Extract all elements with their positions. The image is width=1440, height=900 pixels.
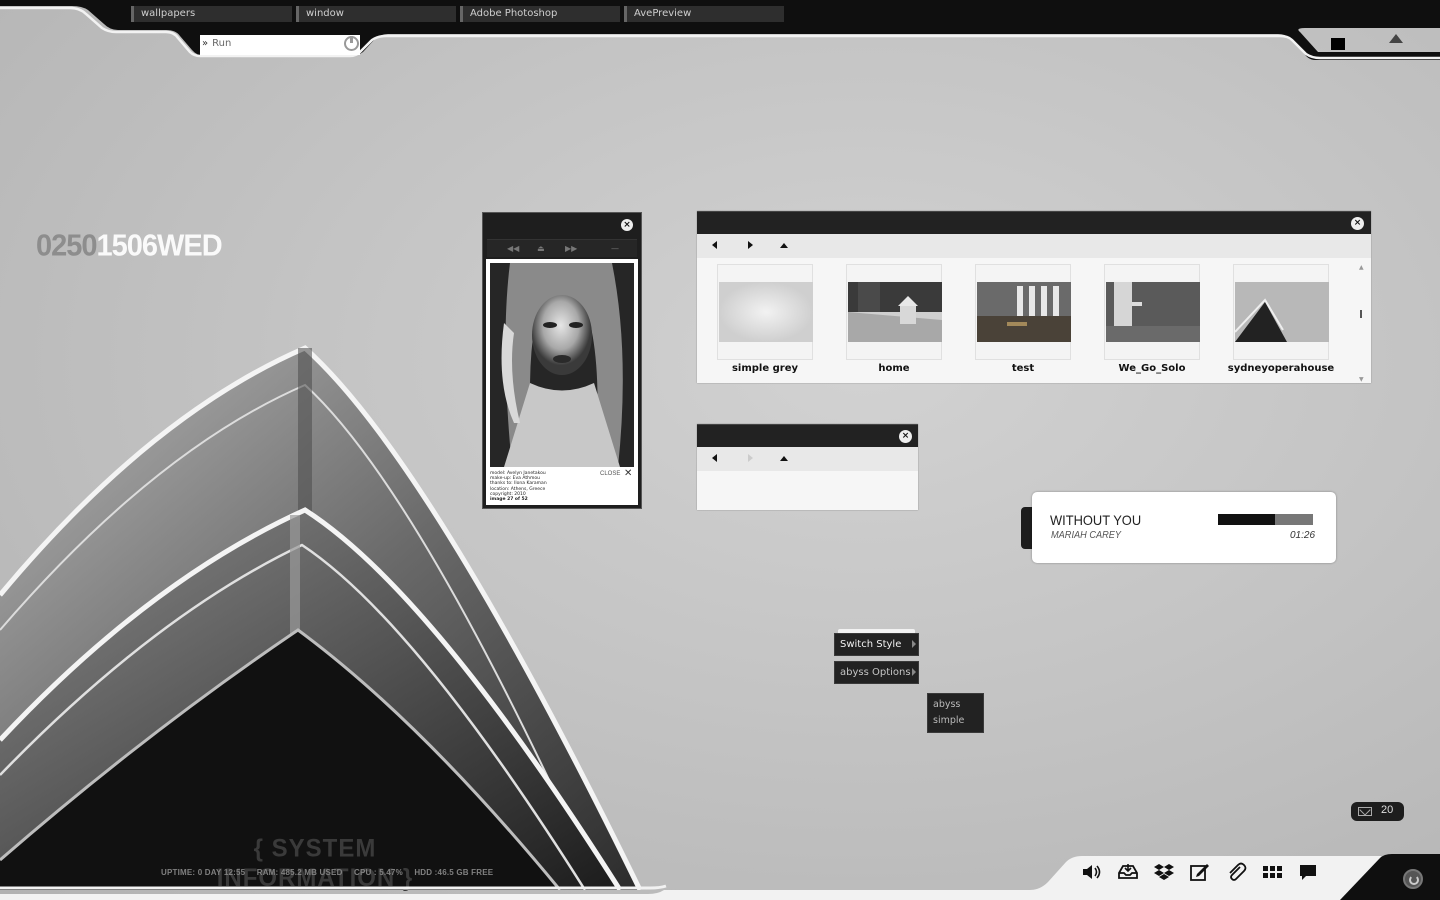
navigation-bar: [697, 447, 918, 471]
menu-item-abyss-options[interactable]: abyss Options: [834, 661, 919, 684]
up-arrow-icon[interactable]: [780, 243, 788, 248]
refresh-icon[interactable]: [1403, 869, 1423, 889]
folder-item-label: simple grey: [731, 363, 799, 374]
folder-window: × simple grey home test We_Go_Solo sydne…: [697, 211, 1371, 383]
run-label: Run: [212, 38, 232, 49]
folder-item[interactable]: home: [846, 264, 942, 376]
menu-item-label: Switch Style: [840, 639, 902, 650]
now-playing-widget: WITHOUT YOU MARIAH CAREY 01:26: [1032, 492, 1336, 563]
thumbnail-frame: [1233, 264, 1329, 360]
forward-arrow-icon[interactable]: [748, 241, 753, 249]
forward-arrow-icon: [748, 454, 753, 462]
submenu-arrow-icon: [912, 668, 916, 676]
mail-count: 20: [1381, 804, 1394, 816]
clock-time: 0250: [36, 229, 98, 263]
thumbnail-sydneyoperahouse: [1235, 282, 1329, 342]
thumbnail-simple-grey: [719, 282, 813, 342]
next-icon[interactable]: ▶▶: [565, 244, 577, 253]
navigation-bar: [697, 234, 1371, 258]
folder-content: [697, 471, 918, 510]
close-icon[interactable]: ×: [1351, 217, 1364, 230]
folder-item[interactable]: We_Go_Solo: [1104, 264, 1200, 376]
photo-caption: model: Avelyn Janetakou make-up: Eva Ath…: [490, 471, 600, 502]
menu-item-label: abyss Options: [840, 667, 911, 678]
task-wallpapers[interactable]: wallpapers: [131, 6, 292, 22]
submenu-arrow-icon: [912, 640, 916, 648]
close-icon[interactable]: ×: [621, 219, 633, 231]
close-icon[interactable]: ×: [899, 430, 912, 443]
scroll-up-arrow-icon[interactable]: ▲: [1359, 264, 1364, 271]
folder-item-label: test: [1011, 363, 1035, 374]
back-arrow-icon[interactable]: [712, 454, 717, 462]
clock-date: 1506WED: [96, 229, 223, 263]
thumbnail-frame: [717, 264, 813, 360]
photo-card: model: Avelyn Janetakou make-up: Eva Ath…: [486, 259, 638, 505]
folder-item[interactable]: test: [975, 264, 1071, 376]
volume-icon[interactable]: [1080, 862, 1102, 882]
thumbnail-home: [848, 282, 942, 342]
empty-folder-window: ×: [697, 424, 918, 510]
task-avepreview[interactable]: AvePreview: [624, 6, 784, 22]
previous-icon[interactable]: ◀◀: [507, 244, 519, 253]
track-time: 01:26: [1290, 530, 1316, 541]
viewer-toolbar: ◀◀ ⏏ ▶▶ —: [487, 239, 637, 257]
up-arrow-icon[interactable]: [780, 456, 788, 461]
chat-icon[interactable]: [1297, 862, 1319, 882]
folder-content: simple grey home test We_Go_Solo sydneyo…: [697, 258, 1371, 383]
folder-item[interactable]: simple grey: [717, 264, 813, 376]
run-launcher[interactable]: » Run: [202, 36, 362, 52]
task-window[interactable]: window: [296, 6, 456, 22]
folder-item-label: home: [878, 363, 910, 374]
track-title: WITHOUT YOU: [1050, 512, 1142, 528]
app-logo-icon: [1331, 38, 1345, 50]
submenu-item-simple[interactable]: simple: [933, 715, 964, 726]
task-adobe-photoshop[interactable]: Adobe Photoshop: [460, 6, 620, 22]
mail-icon: [1358, 807, 1372, 816]
window-titlebar[interactable]: ×: [697, 424, 918, 447]
minimize-icon[interactable]: —: [611, 244, 619, 253]
chevron-right-icon: »: [202, 38, 209, 49]
close-button[interactable]: CLOSE: [600, 471, 620, 477]
triangle-up-icon[interactable]: [1389, 34, 1403, 43]
style-submenu: abyss simple: [927, 693, 984, 733]
inbox-icon[interactable]: [1117, 862, 1139, 882]
thumbnail-frame: [1104, 264, 1200, 360]
desktop-clock: 02501506WED: [36, 229, 223, 264]
thumbnail-we-go-solo: [1106, 282, 1200, 342]
eject-icon[interactable]: ⏏: [537, 244, 545, 253]
folder-item[interactable]: sydneyoperahouse: [1228, 264, 1334, 376]
thumbnail-frame: [846, 264, 942, 360]
menu-item-switch-style[interactable]: Switch Style: [834, 633, 919, 656]
dropbox-icon[interactable]: [1153, 862, 1175, 882]
thumbnail-test: [977, 282, 1071, 342]
track-artist: MARIAH CAREY: [1051, 530, 1122, 541]
scrollbar-thumb[interactable]: [1360, 310, 1362, 318]
close-x-icon[interactable]: ✕: [624, 468, 632, 479]
edit-icon[interactable]: [1189, 862, 1211, 882]
track-progress-fill: [1218, 514, 1275, 525]
power-icon[interactable]: [344, 36, 359, 51]
photo-viewer-window: × ◀◀ ⏏ ▶▶ — model: Avelyn Janetakou make…: [482, 212, 642, 509]
bottom-dock: [0, 854, 1440, 900]
portrait-photo: [490, 263, 634, 467]
grid-icon[interactable]: [1261, 862, 1283, 882]
track-progress-bar[interactable]: [1218, 514, 1313, 525]
caption-line: image 27 of 52: [490, 497, 528, 503]
back-arrow-icon[interactable]: [712, 241, 717, 249]
paperclip-icon[interactable]: [1225, 862, 1247, 882]
mail-notifier[interactable]: 20: [1351, 802, 1404, 821]
submenu-item-abyss[interactable]: abyss: [933, 699, 960, 710]
scroll-down-arrow-icon[interactable]: ▼: [1359, 376, 1364, 383]
folder-item-label: sydneyoperahouse: [1227, 363, 1335, 374]
thumbnail-frame: [975, 264, 1071, 360]
folder-item-label: We_Go_Solo: [1118, 363, 1186, 374]
window-titlebar[interactable]: ×: [697, 211, 1371, 234]
